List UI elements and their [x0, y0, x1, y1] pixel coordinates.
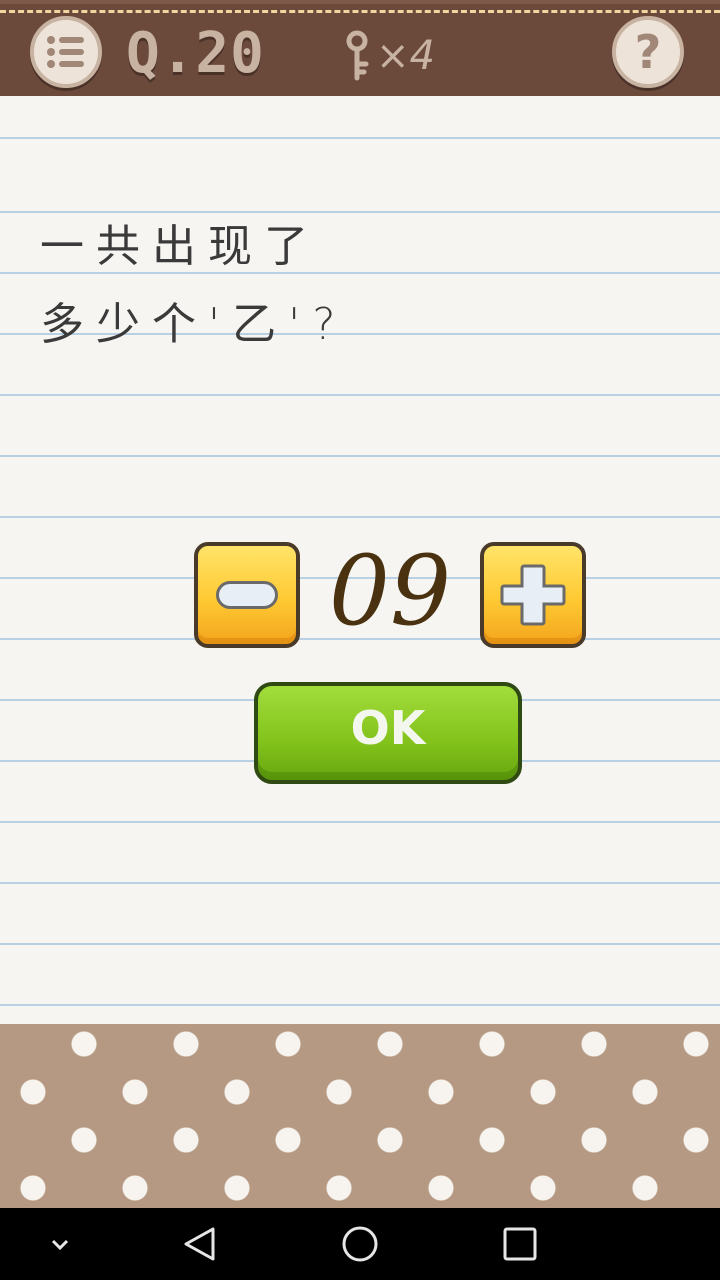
- plus-icon: [500, 564, 566, 626]
- recents-square-icon[interactable]: [500, 1226, 540, 1262]
- level-number: Q.20: [126, 21, 265, 86]
- question-text: 一共出现了 多少个'乙'?: [40, 221, 348, 350]
- ok-button[interactable]: OK: [254, 682, 522, 784]
- polka-dot-panel: [0, 1024, 720, 1208]
- minus-icon: [216, 581, 278, 609]
- question-mark-icon: ?: [634, 25, 662, 79]
- key-icon: [346, 30, 369, 81]
- plus-button[interactable]: [480, 542, 586, 648]
- key-count: ×4: [376, 33, 435, 79]
- stitch-decoration: [0, 10, 720, 13]
- answer-value: 09: [328, 535, 452, 647]
- chevron-down-icon[interactable]: [46, 1226, 74, 1262]
- help-button[interactable]: ?: [612, 16, 684, 88]
- keys-counter: ×4: [342, 28, 435, 84]
- system-nav-bar: [0, 1208, 720, 1280]
- back-triangle-icon[interactable]: [180, 1226, 220, 1262]
- list-icon: [47, 36, 84, 68]
- top-bar: Q.20 ×4 ?: [0, 0, 720, 96]
- ok-label: OK: [350, 701, 426, 755]
- home-circle-icon[interactable]: [340, 1226, 380, 1262]
- menu-button[interactable]: [30, 16, 102, 88]
- minus-button[interactable]: [194, 542, 300, 648]
